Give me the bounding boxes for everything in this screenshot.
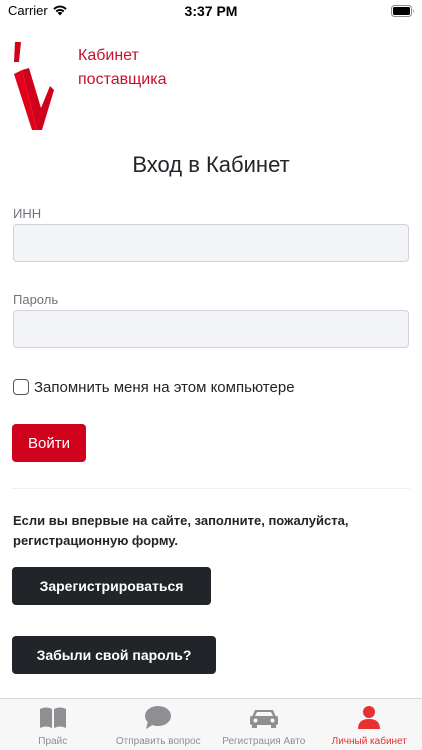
person-icon: [358, 706, 381, 729]
brand-logo: [14, 42, 54, 130]
tab-bar: Прайс Отправить вопрос Регистрация Авто …: [0, 698, 422, 750]
registration-info: Если вы впервые на сайте, заполните, пож…: [13, 513, 349, 548]
password-input[interactable]: [13, 310, 409, 348]
remember-me-row[interactable]: Запомнить меня на этом компьютере: [13, 376, 295, 398]
login-button[interactable]: Войти: [12, 424, 86, 462]
tab-price-label: Прайс: [38, 736, 68, 747]
clock: 3:37 PM: [184, 3, 238, 19]
tab-ask-question[interactable]: Отправить вопрос: [106, 699, 212, 750]
forgot-password-button[interactable]: Забыли свой пароль?: [12, 636, 216, 674]
brand-title: Кабинет поставщика: [78, 44, 278, 92]
status-bar: Carrier 3:37 PM: [0, 0, 422, 22]
page-title: Вход в Кабинет: [132, 152, 290, 177]
password-label: Пароль: [13, 292, 59, 307]
chat-bubble-icon: [145, 706, 172, 729]
remember-me-checkbox[interactable]: [13, 379, 29, 395]
remember-me-label[interactable]: Запомнить меня на этом компьютере: [34, 379, 295, 396]
tab-price[interactable]: Прайс: [0, 699, 106, 750]
brand-title-line2: поставщика: [78, 71, 167, 88]
tab-car-registration[interactable]: Регистрация Авто: [211, 699, 317, 750]
tab-personal-account-label: Личный кабинет: [331, 736, 407, 747]
inn-input[interactable]: [13, 224, 409, 262]
inn-label: ИНН: [13, 206, 42, 221]
brand-title-line1: Кабинет: [78, 47, 139, 64]
book-icon: [39, 707, 66, 728]
tab-ask-question-label: Отправить вопрос: [115, 736, 201, 747]
battery-icon: [391, 5, 414, 17]
car-icon: [249, 710, 278, 728]
tab-personal-account[interactable]: Личный кабинет: [317, 699, 422, 750]
register-button[interactable]: Зарегистрироваться: [12, 567, 211, 605]
tab-car-registration-label: Регистрация Авто: [222, 736, 306, 747]
divider: [12, 488, 410, 489]
